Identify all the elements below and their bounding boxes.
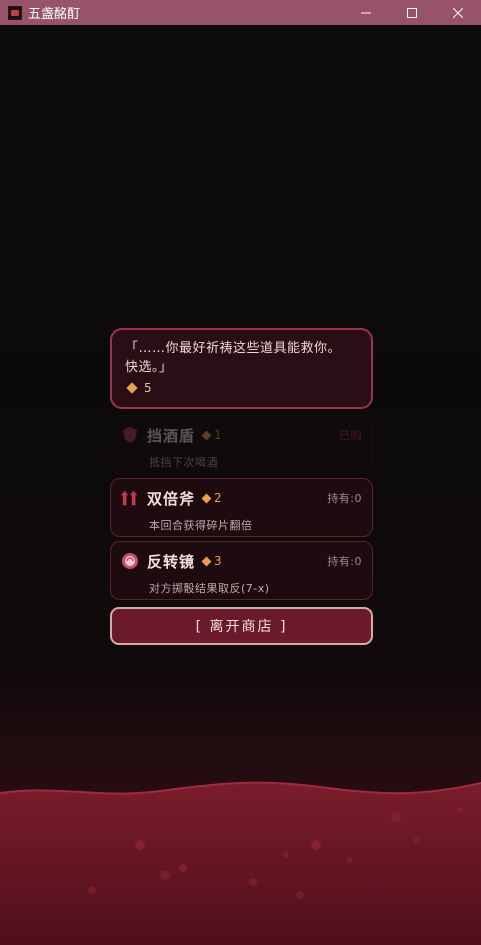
coin-value: 5	[144, 381, 152, 395]
shop-item-shield: 挡酒盾 1 已购 抵挡下次喝酒	[110, 415, 373, 474]
wine-liquid-decoration	[0, 781, 481, 945]
price-value: 3	[214, 554, 222, 568]
item-price: 1	[201, 428, 222, 442]
item-name: 双倍斧	[147, 489, 196, 508]
dialog-line-1: 「……你最好祈祷这些道具能救你。	[125, 341, 342, 356]
item-status: 已购	[339, 429, 362, 442]
app-icon	[8, 5, 22, 20]
item-name: 挡酒盾	[147, 426, 196, 445]
item-price: 3	[201, 554, 222, 568]
item-description: 抵挡下次喝酒	[149, 456, 218, 469]
window-title: 五盏酩酊	[28, 7, 81, 22]
minimize-icon	[361, 12, 371, 13]
item-description: 本回合获得碎片翻倍	[149, 519, 253, 532]
leave-shop-button[interactable]: [ 离开商店 ]	[110, 607, 373, 645]
close-button[interactable]	[435, 0, 481, 25]
dialog-line-2: 快选。」	[125, 360, 173, 375]
item-description: 对方掷骰结果取反(7-x)	[149, 582, 270, 595]
npc-dialog-box: 「……你最好祈祷这些道具能救你。 快选。」 5	[110, 328, 373, 409]
coin-count: 5	[125, 381, 358, 395]
price-diamond-icon	[201, 493, 212, 503]
item-price: 2	[201, 491, 222, 505]
price-diamond-icon	[201, 430, 212, 440]
minimize-button[interactable]	[343, 0, 389, 25]
title-bar: 五盏酩酊	[0, 0, 481, 25]
price-diamond-icon	[201, 556, 212, 566]
price-value: 1	[214, 428, 222, 442]
item-name: 反转镜	[147, 552, 196, 571]
maximize-button[interactable]	[389, 0, 435, 25]
window-controls	[343, 0, 481, 25]
shop-item-mirror[interactable]: 反转镜 3 持有:0 对方掷骰结果取反(7-x)	[110, 541, 373, 600]
item-status: 持有:0	[327, 492, 362, 505]
game-stage: 「……你最好祈祷这些道具能救你。 快选。」 5 挡酒盾 1 已购 抵挡下次喝酒	[0, 25, 481, 945]
shop-item-double-axe[interactable]: 双倍斧 2 持有:0 本回合获得碎片翻倍	[110, 478, 373, 537]
shield-icon	[123, 427, 137, 443]
coin-icon	[126, 382, 138, 394]
close-icon	[453, 7, 463, 18]
mirror-icon	[122, 553, 138, 569]
price-value: 2	[214, 491, 222, 505]
double-arrow-icon	[121, 490, 138, 506]
maximize-icon	[407, 7, 417, 18]
item-status: 持有:0	[327, 555, 362, 568]
